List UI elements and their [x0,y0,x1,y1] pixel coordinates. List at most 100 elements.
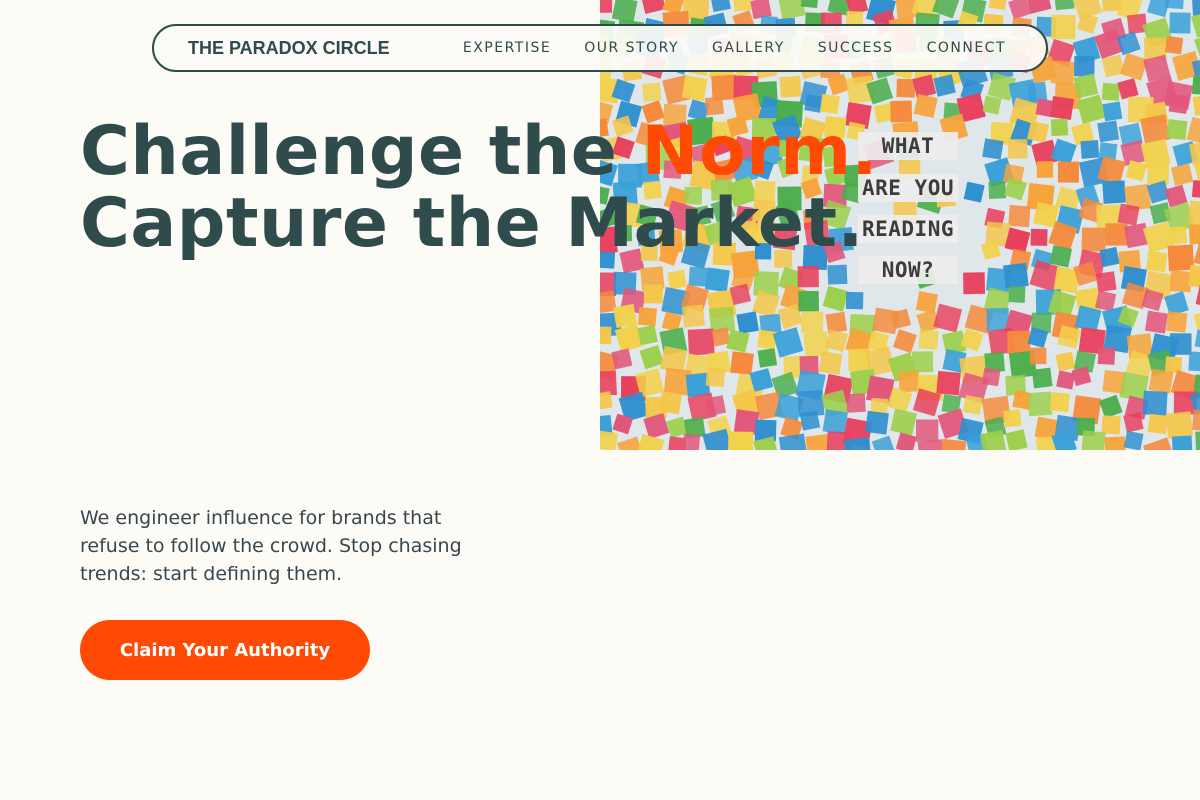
sticky-note [732,0,752,12]
sticky-note [1030,228,1048,246]
headline-accent: Norm. [641,112,878,191]
sticky-note [1097,347,1116,365]
sticky-note [1144,310,1169,334]
sticky-note [799,410,821,431]
sticky-note [798,290,819,312]
sticky-note [846,393,866,413]
sticky-note [1117,203,1140,226]
sticky-note [988,181,1007,199]
sticky-note [915,419,939,442]
sticky-note [1168,226,1188,245]
sticky-note [1050,60,1075,85]
sticky-note [687,328,715,356]
sticky-note [911,351,934,373]
sticky-note [600,326,612,345]
sticky-note [705,395,727,417]
sticky-note [1171,435,1193,450]
sticky-note [1051,14,1076,40]
nav-link-connect[interactable]: CONNECT [927,40,1006,56]
nav-links: EXPERTISE OUR STORY GALLERY SUCCESS CONN… [463,26,1006,70]
hero-subtext: We engineer influence for brands that re… [80,507,462,585]
sticky-note [797,266,819,288]
sticky-note [1050,118,1069,137]
sticky-note [890,100,913,123]
sticky-note [613,303,638,328]
sticky-note [1188,200,1200,226]
sticky-note [641,82,662,103]
nav-link-gallery[interactable]: GALLERY [712,40,785,56]
sticky-note [1142,390,1168,416]
nav-link-success[interactable]: SUCCESS [818,40,894,56]
sticky-note [1008,139,1028,159]
sticky-note [704,267,730,293]
sticky-note [658,391,683,415]
brand-logo[interactable]: THE PARADOX CIRCLE [188,26,390,70]
nav-link-expertise[interactable]: EXPERTISE [463,40,551,56]
sticky-note [1104,436,1126,450]
sticky-note [1008,205,1031,228]
sticky-note [1123,430,1144,450]
sticky-note [1169,12,1191,34]
sticky-note [1140,114,1171,145]
sticky-note [1167,244,1195,272]
sticky-note [822,409,848,435]
sticky-note [667,269,687,290]
sticky-note [1169,270,1192,293]
sticky-note [600,0,613,13]
sticky-note [1003,262,1029,289]
sticky-note [825,311,848,334]
sticky-note [1095,271,1117,293]
sign-line: NOW? [858,256,958,284]
sticky-note [757,329,777,350]
sticky-note [637,307,657,327]
sticky-note [1188,351,1200,372]
sticky-note [1081,227,1106,252]
sticky-note [898,370,921,393]
sticky-note [779,75,802,98]
sticky-note [1055,351,1076,372]
sticky-note [913,93,938,118]
sticky-note [890,408,917,436]
claim-authority-button[interactable]: Claim Your Authority [80,620,370,680]
sticky-note [643,284,663,304]
sticky-note [982,95,1002,115]
sticky-note [1191,0,1200,16]
sticky-note [1094,290,1117,312]
sticky-note [1165,411,1194,439]
sticky-note [705,367,726,388]
sticky-note [1073,73,1099,99]
sticky-note [1101,82,1120,101]
sticky-note [1097,120,1120,143]
sticky-note [1192,409,1200,432]
sticky-note [963,181,985,203]
sticky-note [1003,409,1022,428]
sticky-note [818,351,843,375]
sticky-note [1074,56,1095,77]
sticky-note [711,74,738,101]
sticky-note [1102,180,1126,204]
sticky-note [1166,311,1188,333]
sticky-note [1188,223,1200,245]
sticky-note [1031,367,1053,389]
sticky-note [1102,101,1123,122]
sticky-note [1027,391,1053,417]
hero-headline: Challenge the Norm. Capture the Market. [80,116,878,260]
sticky-note [827,264,848,285]
top-navigation: THE PARADOX CIRCLE EXPERTISE OUR STORY G… [152,24,1048,72]
sticky-note [1101,415,1121,435]
sticky-note [963,272,986,295]
sticky-note [730,351,754,376]
sticky-note [1170,333,1192,355]
headline-text-2: Capture the Market. [80,184,864,263]
sticky-note [915,291,939,314]
sticky-note [1081,430,1106,450]
sticky-note [845,291,864,310]
sticky-note [982,138,1004,160]
nav-link-our-story[interactable]: OUR STORY [584,40,679,56]
sticky-note [1049,392,1070,413]
sticky-note [1168,93,1189,114]
sticky-note [865,410,889,435]
sticky-note [896,78,916,98]
sticky-note [1123,412,1144,433]
sticky-note [600,430,618,450]
